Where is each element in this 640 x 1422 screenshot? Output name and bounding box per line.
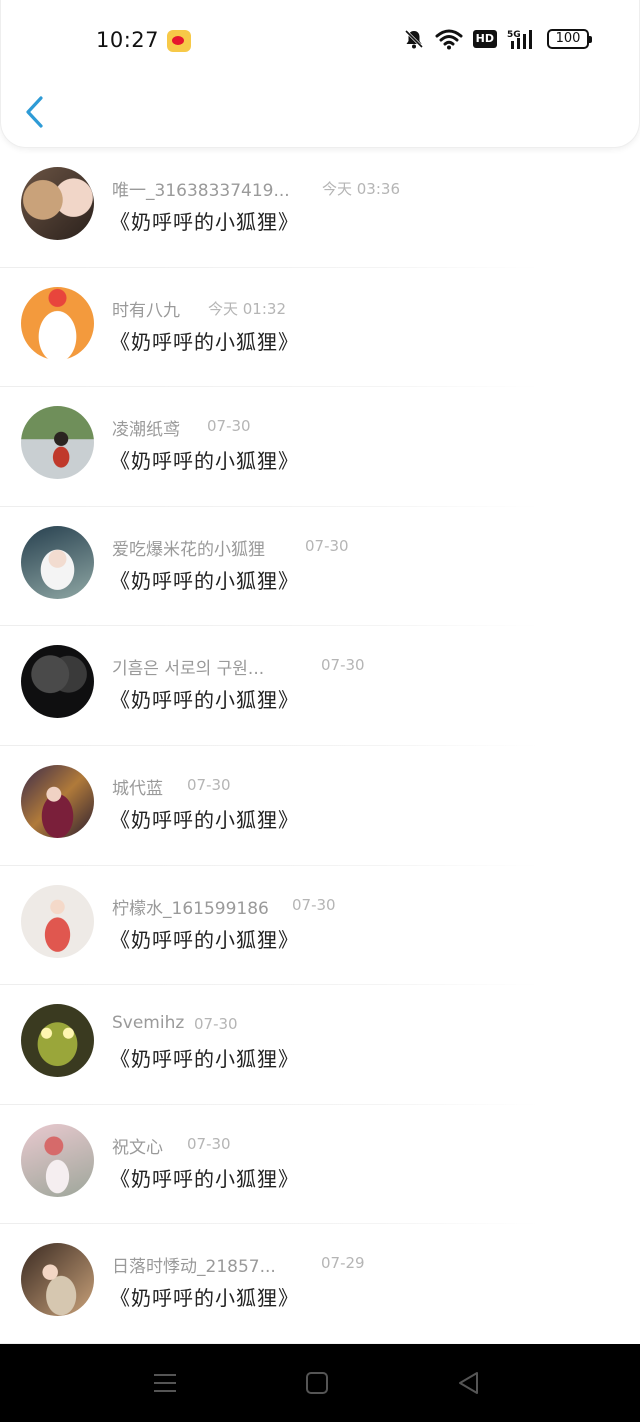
home-square-icon[interactable] [304,1370,330,1396]
timestamp: 07-30 [305,536,349,555]
message-text: 《奶呼呼的小狐狸》 [110,329,299,354]
sender-name: 唯一_31638337419... [112,181,290,201]
avatar[interactable] [21,406,94,480]
top-header: 10:27 HD 5G 100 [0,0,640,148]
list-item[interactable]: 日落时悸动_21857... 07-29 《奶呼呼的小狐狸》 [0,1224,640,1344]
avatar[interactable] [21,764,94,838]
hd-icon: HD [472,30,497,48]
status-bar: 10:27 HD 5G 100 [1,22,640,62]
list-item[interactable]: 城代蓝 07-30 《奶呼呼的小狐狸》 [0,746,640,866]
sender-name: Svemihz [112,1013,185,1034]
message-text: 《奶呼呼的小狐狸》 [110,1047,299,1072]
system-nav-bar [0,1344,640,1422]
status-time: 10:27 [96,28,160,52]
avatar[interactable] [21,884,94,958]
sender-name: 时有八九 [112,300,180,321]
5g-signal-icon: 5G [507,30,532,49]
list-item[interactable]: 祝文心 07-30 《奶呼呼的小狐狸》 [0,1105,640,1225]
weibo-icon [167,30,191,52]
sender-name: 기흠은 서로의 구원... [112,659,265,680]
avatar[interactable] [21,1004,94,1078]
message-text: 《奶呼呼的小狐狸》 [110,568,299,593]
message-text: 《奶呼呼的小狐狸》 [110,807,299,832]
message-text: 《奶呼呼的小狐狸》 [110,210,299,234]
message-text: 《奶呼呼的小狐狸》 [110,449,299,474]
timestamp: 07-30 [321,656,365,675]
timestamp: 07-29 [321,1254,365,1273]
sender-name: 凌潮纸鸢 [112,420,180,441]
avatar[interactable] [21,167,94,240]
timestamp: 07-30 [187,1134,231,1153]
timestamp: 今天 03:36 [322,180,400,198]
sender-name: 柠檬水_161599186 [112,898,269,919]
status-icons: HD 5G 100 [403,28,592,50]
avatar[interactable] [21,1123,94,1197]
timestamp: 07-30 [207,417,251,436]
timestamp: 今天 01:32 [208,299,286,318]
message-text: 《奶呼呼的小狐狸》 [110,1286,299,1311]
sender-name: 爱吃爆米花的小狐狸 [112,539,265,560]
back-triangle-icon[interactable] [456,1370,482,1396]
list-item[interactable]: 唯一_31638337419... 今天 03:36 《奶呼呼的小狐狸》 [0,148,640,268]
list-item[interactable]: 柠檬水_161599186 07-30 《奶呼呼的小狐狸》 [0,866,640,986]
avatar[interactable] [21,1243,94,1317]
list-item[interactable]: 기흠은 서로의 구원... 07-30 《奶呼呼的小狐狸》 [0,626,640,746]
list-item[interactable]: 爱吃爆米花的小狐狸 07-30 《奶呼呼的小狐狸》 [0,507,640,627]
message-text: 《奶呼呼的小狐狸》 [110,1166,299,1191]
list-item[interactable]: 时有八九 今天 01:32 《奶呼呼的小狐狸》 [0,268,640,388]
timestamp: 07-30 [292,895,336,914]
avatar[interactable] [21,286,94,360]
list-item[interactable]: 凌潮纸鸢 07-30 《奶呼呼的小狐狸》 [0,387,640,507]
timestamp: 07-30 [187,775,231,794]
avatar[interactable] [21,525,94,599]
message-text: 《奶呼呼的小狐狸》 [110,927,299,952]
sender-name: 祝文心 [112,1137,163,1158]
chevron-left-icon[interactable] [23,94,47,130]
list-item[interactable]: Svemihz 07-30 《奶呼呼的小狐狸》 [0,985,640,1105]
wifi-icon [435,29,463,50]
sender-name: 日落时悸动_21857... [112,1257,276,1278]
message-list: 唯一_31638337419... 今天 03:36 《奶呼呼的小狐狸》 时有八… [0,148,640,1344]
message-text: 《奶呼呼的小狐狸》 [110,688,299,713]
mute-bell-icon [404,29,423,49]
battery-icon: 100 [547,29,592,49]
menu-icon[interactable] [152,1370,178,1396]
sender-name: 城代蓝 [112,778,163,799]
timestamp: 07-30 [194,1015,238,1034]
avatar[interactable] [21,645,94,719]
